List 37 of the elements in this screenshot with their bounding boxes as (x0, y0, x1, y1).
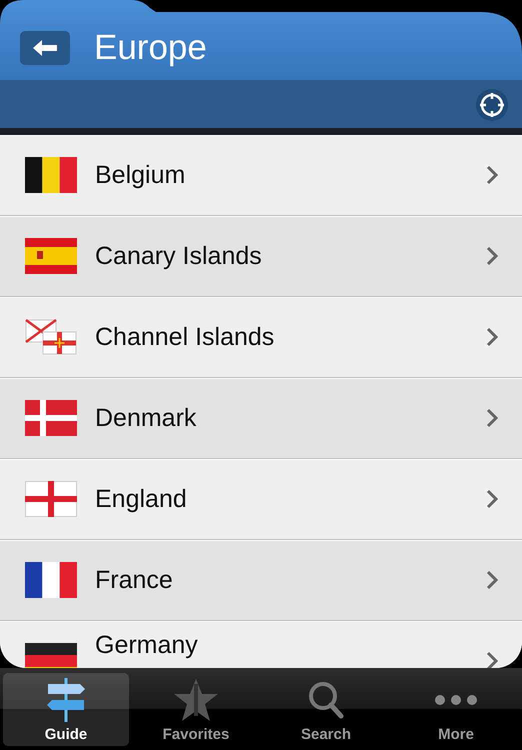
tab-bar-item[interactable]: Guide (3, 673, 129, 746)
country-name: France (95, 566, 174, 594)
flag-icon (25, 157, 77, 193)
country-row[interactable]: Channel Islands (0, 297, 522, 378)
chevron-icon (486, 327, 498, 347)
country-name: Belgium (95, 160, 186, 190)
country-row[interactable]: France (0, 540, 522, 621)
tab-bar-item[interactable]: Favorites (133, 673, 259, 746)
chevron-icon (486, 570, 498, 590)
flag-icon (25, 481, 77, 517)
country-name: Denmark (95, 404, 198, 432)
chevron-icon (486, 165, 498, 185)
flag-icon (25, 400, 77, 436)
country-name: Canary Islands (95, 242, 263, 270)
tab-bar-item[interactable]: More (393, 673, 519, 746)
page-title: Europe (94, 28, 207, 68)
tab-bar-item[interactable]: Search (263, 673, 389, 746)
star-icon (172, 678, 220, 722)
country-row[interactable]: Germany (0, 621, 522, 668)
country-name: Germany (95, 631, 199, 660)
flag-icon (25, 562, 77, 598)
more-icon (435, 695, 477, 705)
chevron-icon (486, 489, 498, 509)
flag-icon (25, 238, 77, 274)
crosshair-icon (479, 92, 505, 118)
chevron-icon (486, 246, 498, 266)
country-row[interactable]: Denmark (0, 378, 522, 459)
chevron-icon (486, 651, 498, 668)
chevron-icon (486, 408, 498, 428)
country-name: Channel Islands (95, 322, 276, 352)
country-name: England (95, 484, 188, 514)
flag-icon (25, 319, 77, 355)
country-row[interactable]: Belgium (0, 135, 522, 216)
country-row[interactable]: England (0, 459, 522, 540)
back-arrow-icon (33, 40, 57, 56)
back-button[interactable] (20, 31, 70, 65)
country-row[interactable]: Canary Islands (0, 216, 522, 297)
